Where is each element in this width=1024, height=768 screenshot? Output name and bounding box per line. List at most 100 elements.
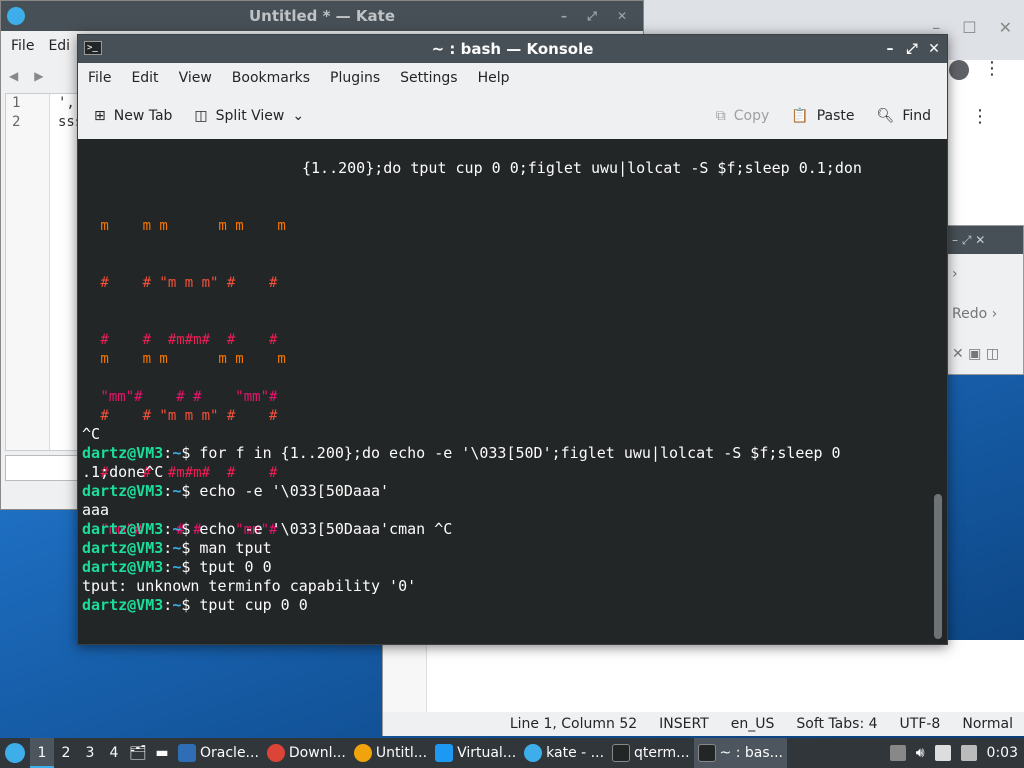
kate-titlebar: Untitled * — Kate – ⤢ ✕ [1,1,643,31]
desktop-3-button[interactable]: 3 [78,745,102,761]
kate-lower-area: Line 1, Column 52 INSERT en_US Soft Tabs… [382,640,1024,736]
chevron-right-icon[interactable]: › [946,254,1023,294]
input-mode[interactable]: Normal [962,716,1013,732]
app-launcher-button[interactable] [0,738,30,768]
kate-editor[interactable]: 1 2 ',-. sss [5,93,92,451]
desktop-2-button[interactable]: 2 [54,745,78,761]
menu-view[interactable]: View [179,70,223,86]
paste-icon: 📋 [791,108,809,124]
kate-menu-file[interactable]: File [11,38,34,54]
background-editor-window: – ⤢ ✕ › Redo › ✕ ▣ ◫ [945,225,1024,375]
browser-menu-icon[interactable]: ⋮ [983,58,1001,79]
task-virtual[interactable]: Virtual... [431,738,520,768]
chrome-icon [266,744,285,762]
battery-icon[interactable] [889,745,906,761]
terminal-command-line: dartz@VM3:~$ man tput [82,539,272,557]
kde-launcher-icon [5,743,25,763]
maximize-icon[interactable]: ⤢ [903,35,921,63]
chevron-down-icon: ⌄ [292,108,305,124]
terminal-icon [612,744,631,762]
kate-title: Untitled * — Kate [249,7,395,25]
konsole-toolbar: ⊞ New Tab ◫ Split View ⌄ ⧉ Copy 📋 Paste … [78,93,947,139]
indentation[interactable]: Soft Tabs: 4 [796,716,877,732]
menu-file[interactable]: File [88,70,122,86]
terminal-line: .1;done^C [82,463,164,481]
desktop-4-button[interactable]: 4 [102,745,126,761]
terminal-command-line: dartz@VM3:~$ tput 0 0 [82,558,272,576]
terminal-command-line: dartz@VM3:~$ tput cup 0 0 [82,596,308,614]
task-konsole[interactable]: ~ : bas... [693,738,787,768]
encoding[interactable]: UTF-8 [900,716,941,732]
page-menu-icon[interactable]: ⋮ [971,106,989,127]
clock[interactable]: 0:03 [987,745,1018,761]
task-qterm[interactable]: qterm... [608,738,694,768]
close-icon[interactable]: ✕ [925,35,943,63]
menu-plugins[interactable]: Plugins [330,70,391,86]
art-row: # # "m m m" # # [92,408,278,424]
clipboard-icon[interactable] [934,745,951,761]
line-number: 2 [12,114,21,130]
panel-icons[interactable]: ✕ ▣ ◫ [946,334,1023,374]
close-icon[interactable]: ✕ [999,18,1012,37]
menu-bookmarks[interactable]: Bookmarks [232,70,321,86]
line-number: 1 [12,95,21,111]
split-view-icon: ◫ [194,108,208,124]
task-oracle[interactable]: Oracle... [174,738,263,768]
art-row: m m m m m m [92,218,286,234]
kate-app-icon [7,7,25,25]
copy-button[interactable]: ⧉ Copy [716,108,770,124]
art-row: # # "m m m" # # [92,275,278,291]
cursor-position[interactable]: Line 1, Column 52 [510,716,637,732]
show-desktop-icon[interactable]: ▬ [150,738,174,768]
kate-window-controls[interactable]: – ⤢ ✕ [561,1,635,31]
system-tray: 🔊︎ 0:03 [889,745,1024,761]
find-button[interactable]: 🔍︎ Find [877,108,931,124]
task-untitled[interactable]: Untitl... [350,738,431,768]
forward-icon[interactable]: ▶ [34,69,43,83]
kate-menu-edit[interactable]: Edi [48,38,70,54]
edit-mode[interactable]: INSERT [659,716,709,732]
taskbar: 1 2 3 4 🗂︎ ▬ Oracle... Downl... Untitl..… [0,738,1024,768]
maximize-icon[interactable]: ☐ [962,18,976,37]
minimize-icon[interactable]: – [881,35,899,63]
profile-avatar-icon[interactable] [949,60,969,80]
konsole-app-icon[interactable]: >_ [84,41,102,55]
desktop-1-button[interactable]: 1 [30,738,54,768]
redo-button[interactable]: Redo › [946,294,1023,334]
terminal-scrollbar[interactable] [934,494,942,639]
menu-edit[interactable]: Edit [131,70,169,86]
paste-button[interactable]: 📋 Paste [791,108,854,124]
kate-icon [353,744,372,762]
kate-search-field[interactable] [5,455,81,481]
line-number-gutter [383,640,427,712]
terminal-line: aaa [82,501,110,519]
menu-settings[interactable]: Settings [400,70,468,86]
konsole-menubar: File Edit View Bookmarks Plugins Setting… [78,63,947,93]
terminal-command-line: dartz@VM3:~$ echo -e '\033[50Daaa'cman ^… [82,520,453,538]
menu-help[interactable]: Help [478,70,521,86]
terminal-line: {1..200};do tput cup 0 0;figlet uwu|lolc… [302,159,862,177]
background-window-titlebar: – ⤢ ✕ [946,226,1023,254]
copy-icon: ⧉ [715,108,726,124]
konsole-title: ~ : bash — Konsole [431,40,594,58]
new-tab-icon: ⊞ [94,108,106,124]
file-manager-icon[interactable]: 🗂︎ [126,738,150,768]
search-icon: 🔍︎ [876,108,895,124]
terminal-command-line: dartz@VM3:~$ for f in {1..200};do echo -… [82,444,841,462]
back-icon[interactable]: ◀ [9,69,18,83]
task-downloads[interactable]: Downl... [263,738,350,768]
new-tab-button[interactable]: ⊞ New Tab [94,108,172,124]
dictionary[interactable]: en_US [731,716,775,732]
konsole-window: >_ ~ : bash — Konsole – ⤢ ✕ File Edit Vi… [77,34,948,645]
volume-icon[interactable]: 🔊︎ [916,745,925,761]
split-view-button[interactable]: ◫ Split View ⌄ [194,108,304,124]
virtualbox-vm-icon [435,744,454,762]
terminal-line: ^C [82,425,101,443]
kde-icon [524,744,543,762]
art-row: m m m m m m [92,351,286,367]
task-kate[interactable]: kate - ... [520,738,608,768]
network-icon[interactable] [960,745,977,761]
terminal-view[interactable]: {1..200};do tput cup 0 0;figlet uwu|lolc… [78,139,947,644]
kate-editor-lower[interactable] [383,640,1024,712]
virtualbox-icon [178,744,196,762]
